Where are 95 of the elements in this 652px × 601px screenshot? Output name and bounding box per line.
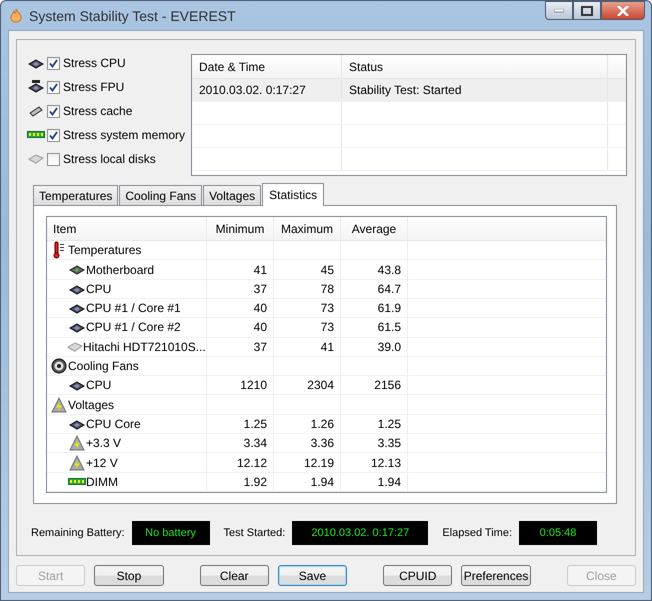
table-cell: 2156 [341, 376, 408, 394]
status-display: 2010.03.02. 0:17:27 [292, 521, 428, 545]
column-header[interactable]: Item [47, 217, 207, 240]
sensor-label: +3.3 V [86, 436, 122, 450]
table-cell: 1.94 [341, 472, 408, 491]
table-cell: 3.34 [207, 434, 274, 452]
table-cell: 1.94 [274, 472, 341, 491]
sensor-label: CPU Core [86, 416, 141, 431]
log-cell: 2010.03.02. 0:17:27 [192, 79, 342, 101]
table-cell: 3.36 [274, 434, 341, 452]
group-label: Voltages [68, 398, 114, 412]
column-header[interactable]: Minimum [207, 217, 274, 240]
push-button[interactable]: Preferences [461, 565, 531, 586]
fan-icon [51, 358, 67, 374]
tab[interactable]: Statistics [262, 183, 324, 206]
sensor-label: CPU #1 / Core #2 [86, 320, 181, 334]
memory-chip-icon [28, 104, 44, 118]
status-label: Elapsed Time: [442, 527, 512, 539]
table-cell: 73 [274, 318, 341, 337]
push-button[interactable]: Clear [200, 565, 269, 586]
table-cell: 2304 [274, 376, 341, 394]
lightning-triangle-icon [51, 396, 67, 413]
status-display: No battery [132, 521, 210, 545]
table-cell: 37 [207, 280, 274, 298]
table-cell: 40 [207, 318, 274, 337]
checkbox[interactable] [47, 56, 60, 70]
table-cell: 1.26 [274, 414, 341, 434]
table-cell: 45 [274, 260, 341, 279]
chip-icon [28, 80, 44, 94]
close-button[interactable] [601, 1, 645, 20]
circuit-board-icon [68, 264, 84, 276]
status-label: Remaining Battery: [31, 527, 125, 539]
sensor-label: +12 V [86, 456, 118, 470]
table-cell: 1210 [207, 376, 274, 394]
column-header[interactable]: Average [341, 217, 408, 240]
table-cell: 78 [274, 280, 341, 298]
stress-checkbox[interactable]: Stress FPU [47, 80, 124, 94]
group-label: Cooling Fans [68, 359, 139, 374]
lightning-triangle-icon [68, 435, 84, 452]
group-label: Temperatures [68, 243, 142, 258]
checkbox[interactable] [47, 104, 60, 118]
table-cell: 37 [207, 338, 274, 356]
stress-checkbox[interactable]: Stress system memory [46, 128, 185, 142]
log-cell: Stability Test: Started [342, 79, 608, 101]
sensor-label: CPU [86, 282, 112, 296]
table-cell: 3.35 [341, 434, 408, 452]
minimize-button[interactable] [545, 1, 573, 20]
table-cell: 61.5 [341, 318, 408, 337]
table-cell: 12.12 [207, 453, 274, 472]
sensor-label: CPU [86, 378, 112, 392]
column-header[interactable]: Status [342, 55, 608, 78]
table-cell: 12.13 [341, 453, 408, 472]
table-cell: 1.25 [207, 414, 274, 434]
thermometer-icon [52, 241, 66, 260]
maximize-icon [581, 6, 593, 16]
log-row[interactable]: 2010.03.02. 0:17:27 Stability Test: Started [192, 79, 626, 102]
memory-module-icon [68, 478, 86, 486]
sensor-label: Hitachi HDT721010S... [83, 340, 206, 354]
tab[interactable]: Cooling Fans [119, 185, 202, 205]
table-cell: 1.25 [341, 414, 408, 434]
minimize-icon [554, 8, 564, 12]
push-button[interactable]: CPUID [383, 565, 452, 586]
table-cell: 12.19 [274, 453, 341, 472]
flame-icon [9, 8, 23, 24]
tab[interactable]: Voltages [203, 185, 262, 205]
column-header[interactable]: Maximum [274, 217, 341, 240]
table-cell: 41 [207, 260, 274, 279]
lightning-triangle-icon [68, 454, 84, 471]
table-cell: 1.92 [207, 472, 274, 491]
table-cell: 41 [274, 338, 341, 356]
checkbox[interactable] [47, 152, 60, 166]
window-title: System Stability Test - EVEREST [29, 8, 237, 24]
stress-checkbox[interactable]: Stress cache [47, 104, 132, 118]
stress-checkbox[interactable]: Stress CPU [47, 56, 126, 70]
tab[interactable]: Temperatures [33, 185, 118, 205]
status-display: 0:05:48 [519, 521, 598, 545]
close-icon [617, 6, 629, 16]
checkbox[interactable] [47, 80, 60, 94]
table-cell: 64.7 [341, 280, 408, 298]
checkbox[interactable] [46, 128, 60, 142]
sensor-label: CPU #1 / Core #1 [86, 301, 181, 316]
push-button[interactable]: Save [278, 565, 348, 586]
memory-module-icon [26, 131, 45, 139]
status-label: Test Started: [224, 527, 286, 539]
table-cell: 39.0 [341, 338, 408, 356]
table-cell: 61.9 [341, 299, 408, 318]
column-header[interactable]: Date & Time [192, 55, 342, 78]
sensor-label: DIMM [86, 474, 118, 489]
maximize-button[interactable] [573, 1, 601, 20]
sensor-label: Motherboard [86, 262, 154, 277]
table-cell: 40 [207, 299, 274, 318]
table-cell: 73 [274, 299, 341, 318]
table-cell: 43.8 [341, 260, 408, 279]
stress-checkbox[interactable]: Stress local disks [47, 152, 156, 166]
push-button[interactable]: Stop [94, 565, 164, 586]
